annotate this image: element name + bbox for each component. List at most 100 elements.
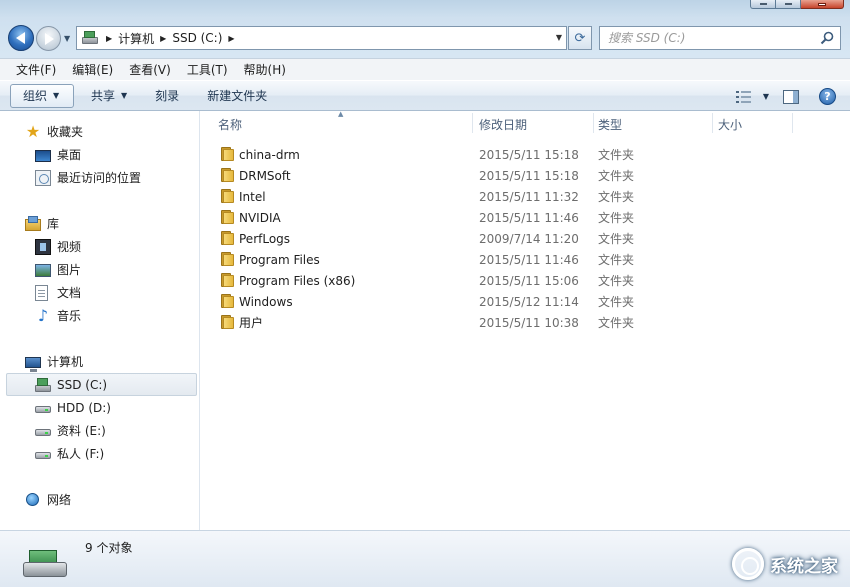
nav-favorites[interactable]: ★ 收藏夹 (0, 120, 199, 143)
new-folder-button[interactable]: 新建文件夹 (196, 84, 278, 108)
column-date-modified[interactable]: 修改日期 (474, 113, 592, 135)
nav-item-drive-c[interactable]: SSD (C:) (6, 373, 197, 396)
maximize-button[interactable] (776, 0, 801, 9)
file-name: PerfLogs (239, 231, 291, 246)
video-icon (35, 238, 51, 255)
close-icon (818, 2, 826, 6)
file-rows: china-drm 2015/5/11 15:18 文件夹 DRMSoft 2015/5… (201, 144, 850, 333)
watermark: 系统之家 (732, 543, 838, 585)
nav-libraries[interactable]: 库 (0, 212, 199, 235)
back-button[interactable] (8, 25, 34, 51)
table-row[interactable]: Program Files (x86) 2015/5/11 15:06 文件夹 (201, 270, 850, 291)
folder-icon (220, 231, 235, 246)
search-input[interactable] (608, 28, 818, 48)
share-button[interactable]: 共享 ▼ (80, 84, 138, 108)
file-type: 文件夹 (598, 148, 635, 162)
folder-icon (220, 168, 235, 183)
organize-label: 组织 (23, 89, 48, 103)
file-date-modified: 2015/5/11 15:06 (479, 273, 579, 288)
recent-pages-dropdown[interactable]: ▼ (64, 34, 70, 43)
file-name: china-drm (239, 147, 300, 162)
nav-item-drive-f[interactable]: 私人 (F:) (0, 442, 199, 465)
nav-item-recent-places[interactable]: 最近访问的位置 (0, 166, 199, 189)
breadcrumb-chevron-icon[interactable]: ▶ (160, 34, 166, 43)
file-type: 文件夹 (598, 232, 635, 246)
address-dropdown-icon[interactable]: ▼ (556, 33, 562, 42)
menu-view[interactable]: 查看(V) (121, 61, 179, 78)
table-row[interactable]: NVIDIA 2015/5/11 11:46 文件夹 (201, 207, 850, 228)
file-list[interactable]: ▲ 名称 修改日期 类型 大小 china-drm 2015/5/11 15:18… (201, 110, 850, 530)
hard-drive-icon (35, 423, 51, 439)
menu-help[interactable]: 帮助(H) (236, 61, 294, 78)
pictures-icon (35, 264, 51, 277)
file-type: 文件夹 (598, 274, 635, 288)
breadcrumb-ssd[interactable]: SSD (C:) (172, 31, 222, 45)
nav-item-desktop[interactable]: 桌面 (0, 143, 199, 166)
close-button[interactable] (801, 0, 844, 9)
file-date-modified: 2015/5/12 11:14 (479, 294, 579, 309)
file-date-modified: 2015/5/11 15:18 (479, 147, 579, 162)
nav-item-label: 视频 (57, 240, 82, 254)
maximize-icon (784, 3, 792, 5)
preview-pane-icon[interactable] (783, 89, 799, 104)
column-name[interactable]: 名称 (213, 113, 471, 135)
hard-drive-icon (35, 446, 51, 462)
file-name: Intel (239, 189, 266, 204)
refresh-button[interactable]: ⟳ (568, 26, 592, 50)
breadcrumb-computer[interactable]: 计算机 (118, 30, 154, 47)
menu-tools[interactable]: 工具(T) (179, 61, 236, 78)
chevron-down-icon: ▼ (53, 91, 60, 100)
folder-icon (220, 147, 235, 162)
nav-item-drive-d[interactable]: HDD (D:) (0, 396, 199, 419)
nav-item-label: 音乐 (57, 309, 82, 323)
search-icon[interactable] (820, 31, 834, 45)
computer-icon (25, 356, 41, 372)
network-globe-icon (25, 492, 41, 508)
help-icon[interactable]: ? (819, 88, 836, 105)
nav-item-drive-e[interactable]: 资料 (E:) (0, 419, 199, 442)
breadcrumb-chevron-icon[interactable]: ▶ (106, 34, 112, 43)
ssd-drive-icon (35, 377, 51, 393)
breadcrumb-chevron-icon[interactable]: ▶ (228, 34, 234, 43)
nav-item-music[interactable]: ♪ 音乐 (0, 304, 199, 327)
address-bar[interactable]: ▶ 计算机 ▶ SSD (C:) ▶ ▼ (76, 26, 567, 50)
menu-file[interactable]: 文件(F) (8, 61, 64, 78)
change-view-button[interactable]: ▼ (735, 90, 769, 104)
table-row[interactable]: DRMSoft 2015/5/11 15:18 文件夹 (201, 165, 850, 186)
file-date-modified: 2015/5/11 11:46 (479, 252, 579, 267)
minimize-button[interactable] (750, 0, 776, 9)
minimize-icon (759, 3, 767, 5)
details-view-icon (735, 90, 751, 103)
folder-icon (220, 252, 235, 267)
nav-item-videos[interactable]: 视频 (0, 235, 199, 258)
table-row[interactable]: china-drm 2015/5/11 15:18 文件夹 (201, 144, 850, 165)
table-row[interactable]: 用户 2015/5/11 10:38 文件夹 (201, 312, 850, 333)
table-row[interactable]: PerfLogs 2009/7/14 11:20 文件夹 (201, 228, 850, 249)
forward-arrow-icon (45, 32, 54, 45)
watermark-logo-icon (732, 548, 764, 580)
folder-icon (220, 315, 235, 330)
organize-button[interactable]: 组织 ▼ (10, 83, 74, 108)
forward-button[interactable] (36, 26, 61, 51)
menu-edit[interactable]: 编辑(E) (64, 61, 121, 78)
column-type[interactable]: 类型 (593, 113, 711, 135)
nav-item-label: HDD (D:) (57, 400, 111, 415)
file-name: DRMSoft (239, 168, 291, 183)
table-row[interactable]: Intel 2015/5/11 11:32 文件夹 (201, 186, 850, 207)
drive-icon (82, 31, 100, 45)
table-row[interactable]: Windows 2015/5/12 11:14 文件夹 (201, 291, 850, 312)
file-name: Program Files (239, 252, 320, 267)
column-size[interactable]: 大小 (713, 113, 791, 135)
refresh-icon: ⟳ (574, 30, 586, 46)
table-row[interactable]: Program Files 2015/5/11 11:46 文件夹 (201, 249, 850, 270)
nav-item-pictures[interactable]: 图片 (0, 258, 199, 281)
navigation-bar: ▼ ▶ 计算机 ▶ SSD (C:) ▶ ▼ ⟳ (0, 24, 850, 54)
nav-computer[interactable]: 计算机 (0, 350, 199, 373)
nav-network[interactable]: 网络 (0, 488, 199, 511)
navigation-pane[interactable]: ★ 收藏夹 桌面 最近访问的位置 库 视频 图片 文档 ♪ 音乐 计算机 SSD… (0, 111, 200, 530)
back-arrow-icon (15, 32, 25, 44)
nav-item-documents[interactable]: 文档 (0, 281, 199, 304)
file-type: 文件夹 (598, 316, 635, 330)
burn-button[interactable]: 刻录 (144, 84, 190, 108)
file-type: 文件夹 (598, 211, 635, 225)
